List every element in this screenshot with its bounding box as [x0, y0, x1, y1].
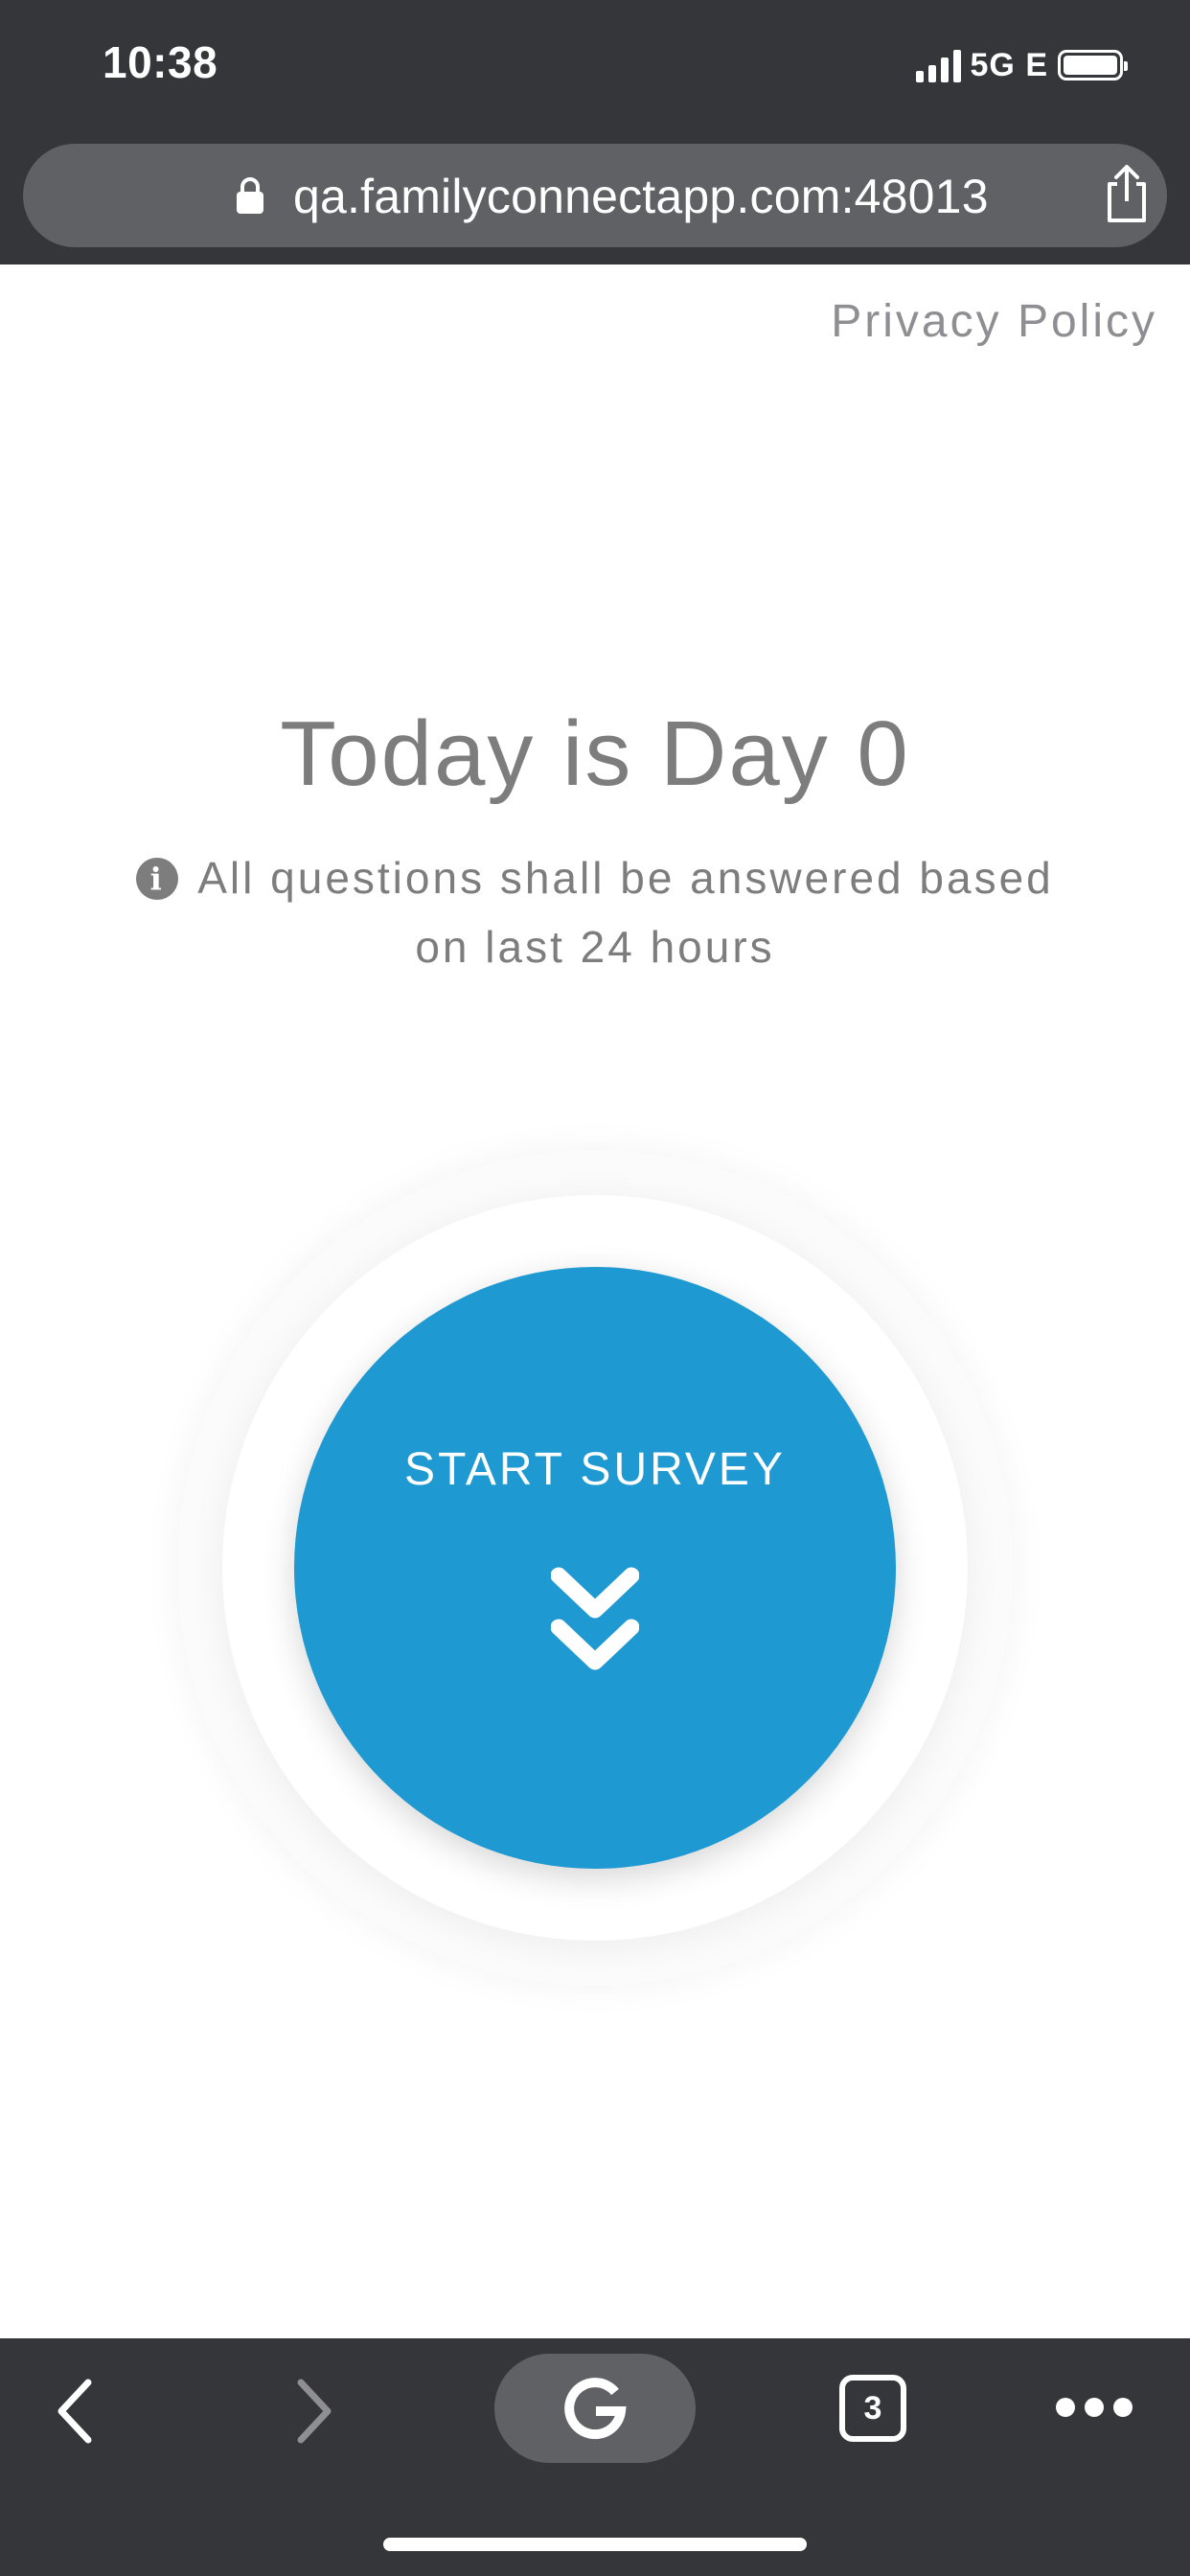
forward-arrow-icon[interactable]	[289, 2375, 337, 2448]
address-bar[interactable]: qa.familyconnectapp.com:48013	[23, 144, 1167, 247]
google-icon	[564, 2378, 627, 2440]
info-icon: i	[136, 858, 179, 900]
tabs-button[interactable]: 3	[839, 2375, 906, 2442]
home-indicator	[383, 2538, 807, 2551]
top-browser-chrome: 10:38 5G E qa.familyconnectapp.com:48013	[0, 0, 1190, 264]
google-search-button[interactable]	[494, 2354, 696, 2463]
more-icon[interactable]	[1054, 2396, 1134, 2419]
start-survey-label: START SURVEY	[404, 1444, 786, 1495]
share-icon[interactable]	[1102, 163, 1152, 224]
info-text-line-2: on last 24 hours	[415, 922, 775, 972]
lock-icon	[237, 177, 263, 214]
day-title: Today is Day 0	[280, 702, 910, 805]
privacy-policy-link[interactable]: Privacy Policy	[831, 295, 1157, 348]
start-survey-button[interactable]: START SURVEY	[294, 1267, 896, 1869]
info-message: i All questions shall be answered based o…	[0, 843, 1190, 981]
status-time: 10:38	[103, 37, 218, 87]
battery-icon	[1058, 50, 1128, 80]
url-text: qa.familyconnectapp.com:48013	[293, 170, 989, 223]
info-text-line-1: All questions shall be answered based	[197, 853, 1054, 903]
back-arrow-icon[interactable]	[52, 2375, 100, 2448]
double-chevron-down-icon	[551, 1567, 639, 1670]
status-indicators: 5G E	[915, 44, 1128, 86]
network-type: 5G E	[970, 46, 1048, 83]
signal-icon	[915, 48, 961, 82]
